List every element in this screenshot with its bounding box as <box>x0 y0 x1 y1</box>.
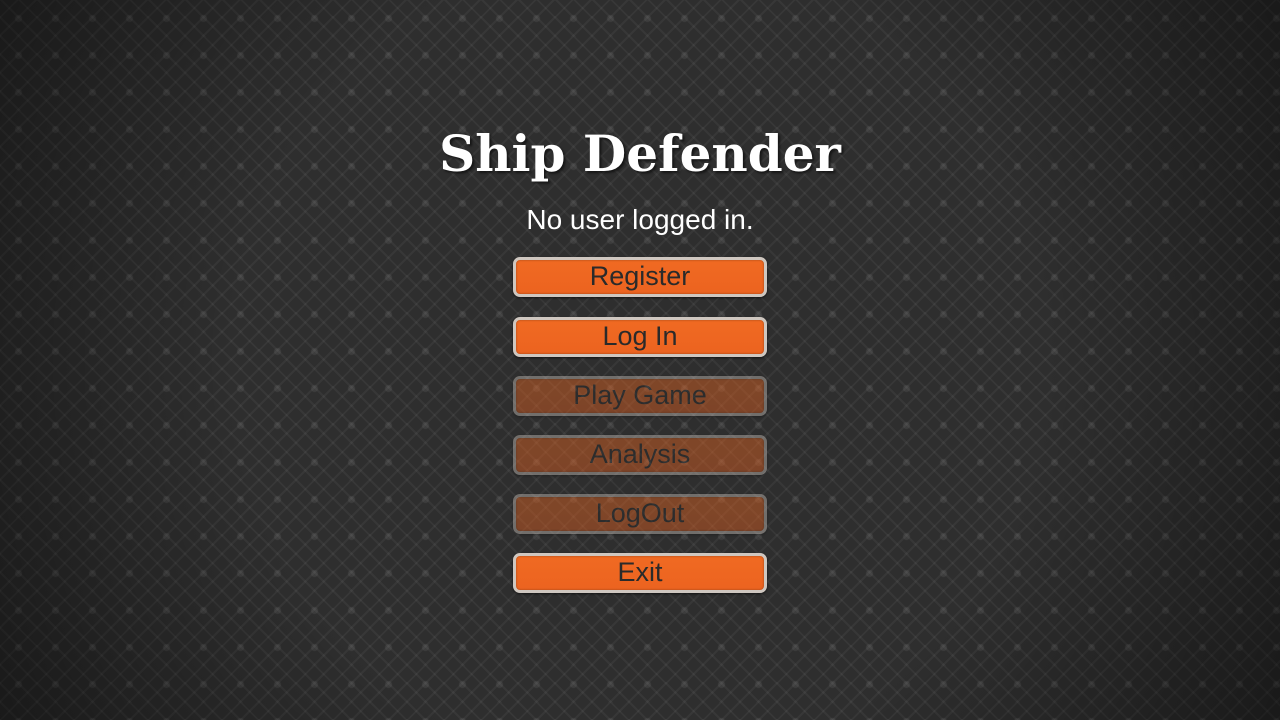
main-menu-screen: Ship Defender No user logged in. Registe… <box>0 0 1280 720</box>
analysis-button: Analysis <box>513 435 767 475</box>
play-game-button: Play Game <box>513 376 767 416</box>
game-title: Ship Defender <box>439 124 841 183</box>
login-status-text: No user logged in. <box>526 204 754 235</box>
exit-button[interactable]: Exit <box>513 553 767 593</box>
login-button[interactable]: Log In <box>513 317 767 357</box>
register-button[interactable]: Register <box>513 257 767 297</box>
logout-button: LogOut <box>513 494 767 534</box>
